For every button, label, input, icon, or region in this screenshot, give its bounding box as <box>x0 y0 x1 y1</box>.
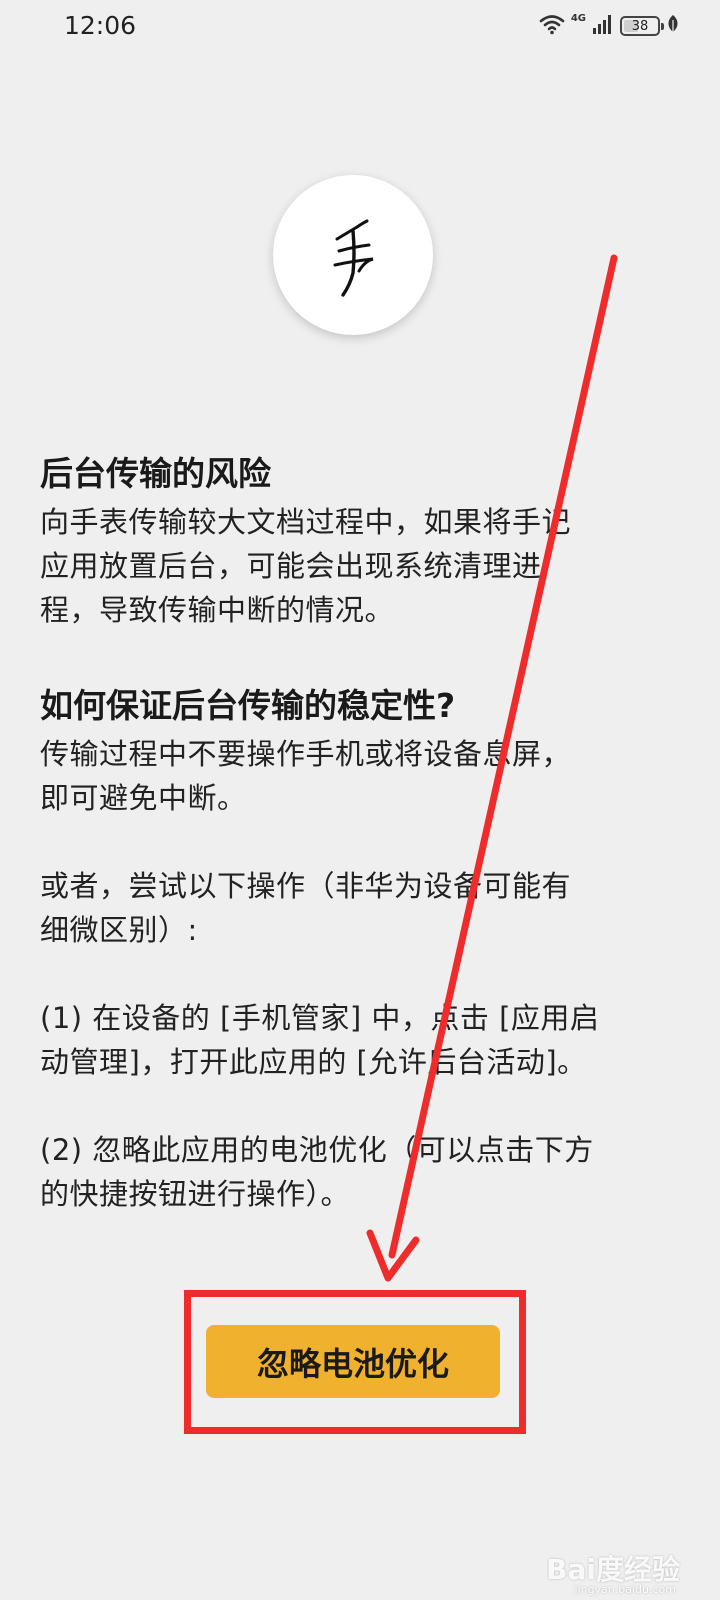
stability-p4-line-1: (2) 忽略此应用的电池优化（可以点击下方 <box>40 1133 594 1167</box>
signal-icon <box>592 13 614 39</box>
stability-p3-line-2: 动管理]，打开此应用的 [允许后台活动]。 <box>40 1045 587 1079</box>
battery-level: 38 <box>631 18 649 34</box>
content: 后台传输的风险 向手表传输较大文档过程中，如果将手记 应用放置后台，可能会出现系… <box>40 448 660 1216</box>
stability-p2-line-1: 或者，尝试以下操作（非华为设备可能有 <box>40 869 572 903</box>
heading-background-risk: 后台传输的风险 <box>40 454 271 493</box>
status-time: 12:06 <box>64 11 137 40</box>
leaf-icon <box>666 14 680 38</box>
stability-p3-line-1: (1) 在设备的 [手机管家] 中，点击 [应用启 <box>40 1001 600 1035</box>
stability-p1-line-1: 传输过程中不要操作手机或将设备息屏， <box>40 737 572 771</box>
app-logo <box>273 175 433 335</box>
heading-stability: 如何保证后台传输的稳定性? <box>40 686 456 725</box>
risk-line-1: 向手表传输较大文档过程中，如果将手记 <box>40 505 572 539</box>
watermark-url: jingyan.baidu.com <box>574 1583 676 1596</box>
stability-p1-line-2: 即可避免中断。 <box>40 781 247 815</box>
status-bar: 12:06 4G 38 <box>0 0 720 52</box>
watermark-brand: Bai度经验 <box>546 1553 680 1586</box>
stability-p2-line-2: 细微区别）: <box>40 913 198 947</box>
ignore-battery-optimization-button[interactable]: 忽略电池优化 <box>206 1325 500 1398</box>
network-type-label: 4G <box>570 13 586 24</box>
risk-line-2: 应用放置后台，可能会出现系统清理进 <box>40 549 542 583</box>
risk-line-3: 程，导致传输中断的情况。 <box>40 593 395 627</box>
status-icons: 4G 38 <box>539 13 680 39</box>
handwriting-logo-icon <box>333 219 374 297</box>
battery-icon: 38 <box>620 16 664 36</box>
wifi-icon <box>539 13 565 39</box>
stability-p4-line-2: 的快捷按钮进行操作）。 <box>40 1177 351 1211</box>
